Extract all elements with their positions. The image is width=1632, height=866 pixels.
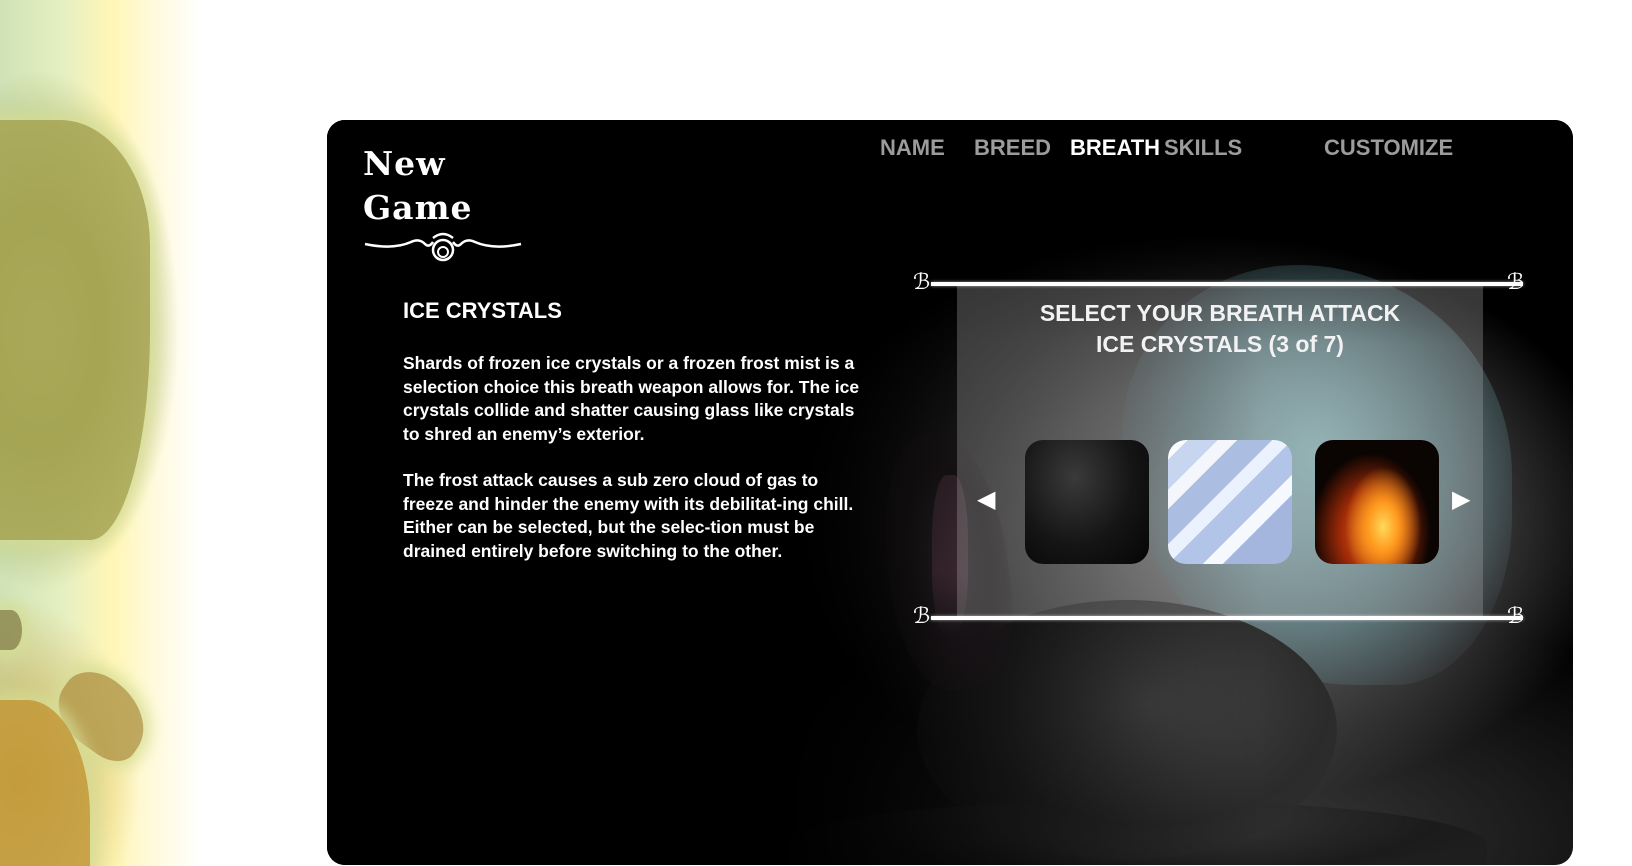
tab-skills[interactable]: SKILLS (1164, 135, 1242, 161)
ice-crystals-thumbnail-icon[interactable] (1168, 440, 1292, 564)
rail-ornament-icon: ℬ (913, 604, 931, 629)
selector-title: SELECT YOUR BREATH ATTACK ICE CRYSTALS (… (957, 298, 1483, 360)
rail-ornament-icon: ℬ (1507, 604, 1525, 629)
bottom-rail-divider (931, 616, 1523, 620)
previous-arrow-icon[interactable]: ◀ (977, 485, 995, 513)
tab-breed[interactable]: BREED (974, 135, 1051, 161)
breath-title: ICE CRYSTALS (403, 298, 562, 323)
description-paragraph: The frost attack causes a sub zero cloud… (403, 470, 854, 561)
selector-current-choice: ICE CRYSTALS (3 of 7) (1096, 331, 1344, 357)
breath-attack-selector: ℬ ℬ ℬ ℬ SELECT YOUR BREATH ATTACK ICE CR… (907, 272, 1533, 628)
tab-customize[interactable]: CUSTOMIZE (1324, 135, 1453, 161)
rail-ornament-icon: ℬ (1507, 270, 1525, 295)
rail-ornament-icon: ℬ (913, 270, 931, 295)
description-paragraph: Shards of frozen ice crystals or a froze… (403, 353, 860, 444)
tab-name[interactable]: NAME (880, 135, 945, 161)
flourish-ornament-icon (364, 232, 522, 262)
top-rail-divider (931, 282, 1523, 286)
selector-heading: SELECT YOUR BREATH ATTACK (1039, 300, 1401, 326)
dark-smoke-thumbnail-icon[interactable] (1025, 440, 1149, 564)
step-navigation: NAME BREED BREATH SKILLS CUSTOMIZE (327, 135, 1573, 169)
fire-thumbnail-icon[interactable] (1315, 440, 1439, 564)
next-arrow-icon[interactable]: ▶ (1452, 485, 1470, 513)
map-island (0, 610, 22, 650)
new-game-panel: New Game NAME BREED BREATH SKILLS CUSTOM… (327, 120, 1573, 865)
map-landmass (0, 120, 150, 540)
breath-description: ICE CRYSTALS Shards of frozen ice crysta… (403, 298, 873, 586)
tab-breath[interactable]: BREATH (1070, 135, 1160, 161)
